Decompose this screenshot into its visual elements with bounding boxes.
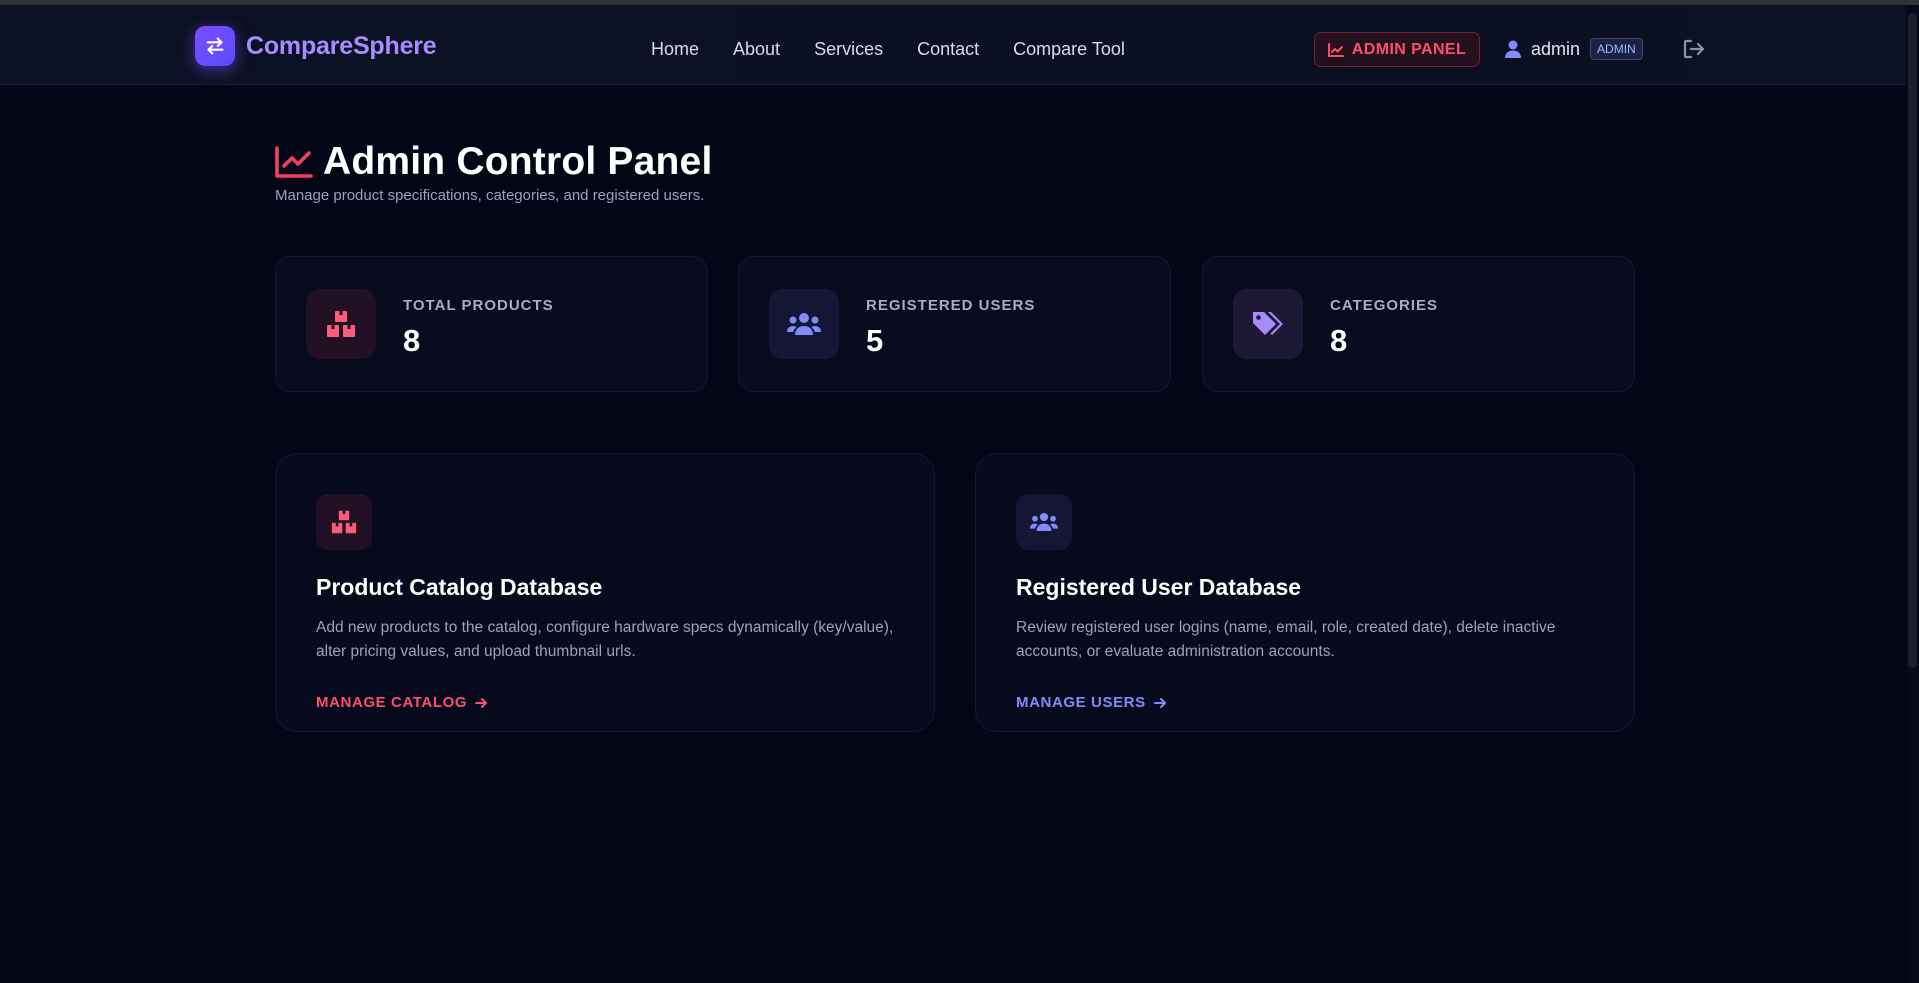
manage-users-link[interactable]: MANAGE USERS bbox=[1016, 694, 1167, 711]
chart-line-icon bbox=[1327, 42, 1344, 57]
stat-label: CATEGORIES bbox=[1330, 297, 1439, 314]
page-subtitle: Manage product specifications, categorie… bbox=[275, 187, 705, 204]
scrollbar-thumb[interactable] bbox=[1908, 13, 1917, 668]
user-icon bbox=[1505, 40, 1521, 58]
user-database-card: Registered User Database Review register… bbox=[975, 453, 1635, 732]
nav-compare-tool[interactable]: Compare Tool bbox=[1013, 39, 1125, 60]
stat-value: 8 bbox=[1330, 323, 1348, 358]
brand-name: CompareSphere bbox=[246, 31, 437, 60]
boxes-icon bbox=[306, 289, 376, 359]
feature-description: Review registered user logins (name, ema… bbox=[1016, 619, 1556, 660]
stat-card-categories: CATEGORIES 8 bbox=[1202, 256, 1635, 392]
page-title: Admin Control Panel bbox=[323, 140, 713, 183]
logout-icon[interactable] bbox=[1683, 39, 1705, 64]
swap-arrows-icon bbox=[195, 26, 235, 66]
user-menu[interactable]: admin ADMIN bbox=[1505, 38, 1643, 60]
nav-services[interactable]: Services bbox=[814, 39, 883, 60]
nav-contact[interactable]: Contact bbox=[917, 39, 979, 60]
feature-title: Registered User Database bbox=[1016, 574, 1302, 600]
user-name: admin bbox=[1531, 38, 1581, 59]
role-badge: ADMIN bbox=[1590, 38, 1643, 60]
manage-catalog-label: MANAGE CATALOG bbox=[316, 694, 468, 711]
admin-panel-button[interactable]: ADMIN PANEL bbox=[1314, 32, 1480, 67]
chart-line-icon bbox=[275, 146, 313, 178]
stat-value: 5 bbox=[866, 323, 884, 358]
stat-label: REGISTERED USERS bbox=[866, 297, 1036, 314]
nav-home[interactable]: Home bbox=[651, 39, 699, 60]
product-catalog-card: Product Catalog Database Add new product… bbox=[275, 453, 935, 732]
stat-card-users: REGISTERED USERS 5 bbox=[738, 256, 1171, 392]
boxes-icon bbox=[316, 494, 372, 550]
stat-value: 8 bbox=[403, 323, 421, 358]
admin-panel-label: ADMIN PANEL bbox=[1351, 40, 1467, 58]
arrow-right-icon bbox=[475, 697, 488, 708]
users-icon bbox=[769, 289, 839, 359]
users-icon bbox=[1016, 494, 1072, 550]
stat-card-products: TOTAL PRODUCTS 8 bbox=[275, 256, 708, 392]
tags-icon bbox=[1233, 289, 1303, 359]
main-nav: Home About Services Contact Compare Tool bbox=[651, 39, 1125, 60]
brand[interactable]: CompareSphere bbox=[195, 26, 437, 66]
feature-description: Add new products to the catalog, configu… bbox=[316, 619, 894, 660]
page-header: Admin Control Panel bbox=[275, 140, 712, 184]
arrow-right-icon bbox=[1153, 697, 1166, 708]
manage-users-label: MANAGE USERS bbox=[1016, 694, 1146, 711]
top-navbar: CompareSphere Home About Services Contac… bbox=[0, 5, 1906, 85]
scrollbar[interactable] bbox=[1906, 5, 1919, 983]
stat-label: TOTAL PRODUCTS bbox=[403, 297, 554, 314]
nav-about[interactable]: About bbox=[733, 39, 780, 60]
feature-title: Product Catalog Database bbox=[316, 574, 603, 600]
manage-catalog-link[interactable]: MANAGE CATALOG bbox=[316, 694, 488, 711]
